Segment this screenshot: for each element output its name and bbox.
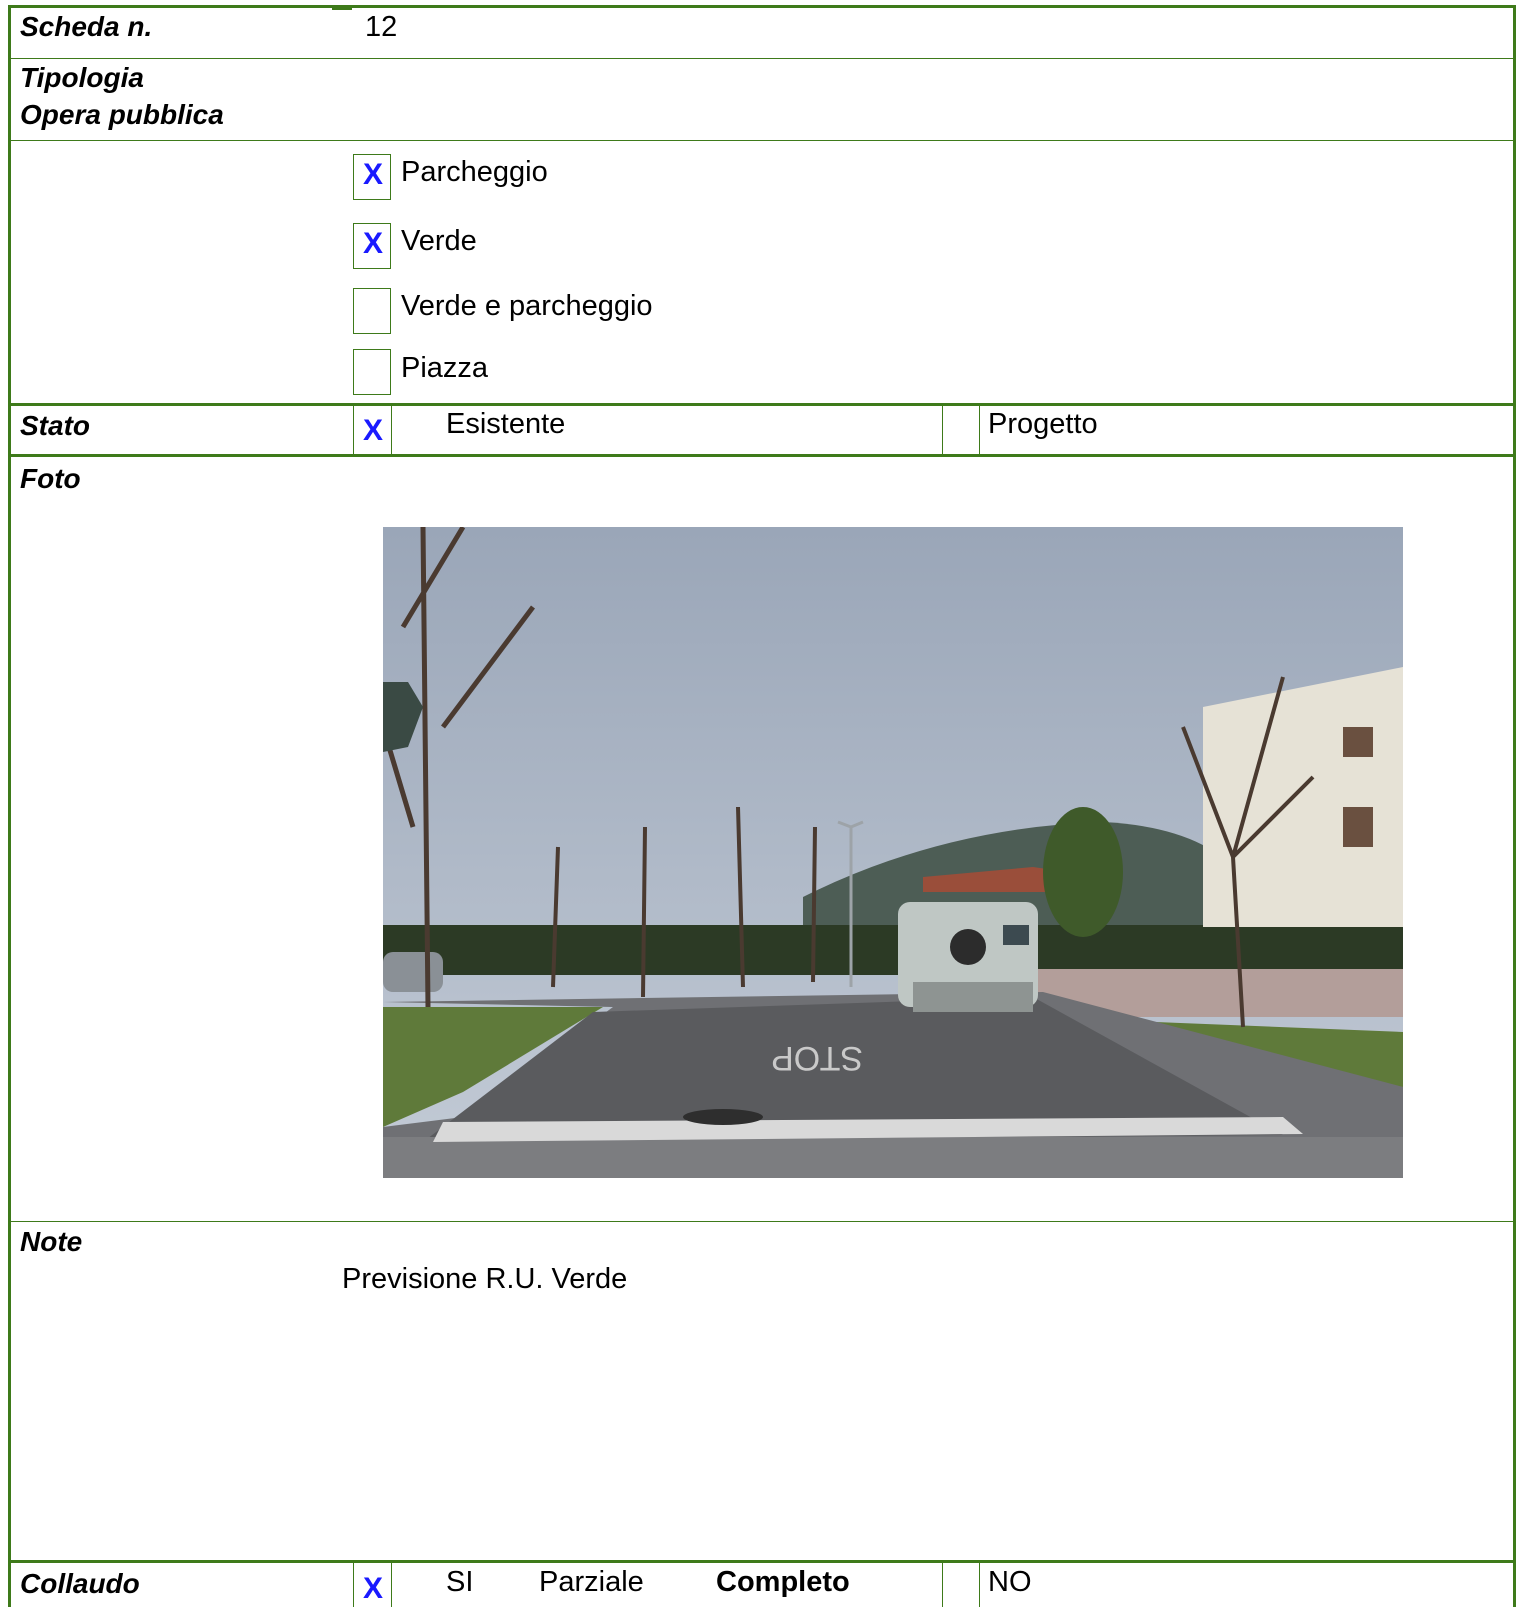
stato-label: Stato [20,410,90,441]
divider [8,454,1516,457]
collaudo-check-mark: X [363,1572,384,1605]
esistente-option[interactable]: Esistente [446,408,565,441]
verde-label: Verde [401,225,477,257]
note-text: Previsione R.U. Verde [342,1263,628,1295]
opera-pubblica-label: Opera pubblica [20,99,224,130]
progetto-option[interactable]: Progetto [988,408,1098,441]
no-option[interactable]: NO [988,1566,1032,1599]
divider [332,8,352,10]
foto-label: Foto [20,463,81,494]
scheda-label: Scheda n. [20,11,153,42]
divider [942,406,943,454]
divider [353,406,354,454]
site-photo: STOP [383,527,1403,1178]
svg-text:STOP: STOP [771,1039,863,1077]
si-option[interactable]: SI [446,1566,473,1599]
tipologia-label: Tipologia [20,62,144,93]
divider [8,403,1516,406]
piazza-label: Piazza [401,352,489,384]
divider [979,1563,980,1607]
completo-option[interactable]: Completo [716,1566,850,1599]
collaudo-label: Collaudo [20,1568,140,1599]
check-mark: X [363,227,384,260]
parziale-option[interactable]: Parziale [539,1566,644,1599]
divider [391,406,392,454]
divider [942,1563,943,1607]
check-mark: X [363,158,384,191]
divider [391,1563,392,1607]
divider [8,1560,1516,1563]
divider [11,1221,1513,1222]
divider [979,406,980,454]
note-label: Note [20,1226,83,1257]
divider [353,1563,354,1607]
scheda-number: 12 [365,11,398,43]
divider [11,58,1513,59]
verde-e-parcheggio-label: Verde e parcheggio [401,290,653,322]
piazza-checkbox[interactable] [353,349,391,395]
divider [11,140,1513,141]
verde-e-parcheggio-checkbox[interactable] [353,288,391,334]
parcheggio-label: Parcheggio [401,156,548,188]
stato-check-mark: X [363,414,384,447]
